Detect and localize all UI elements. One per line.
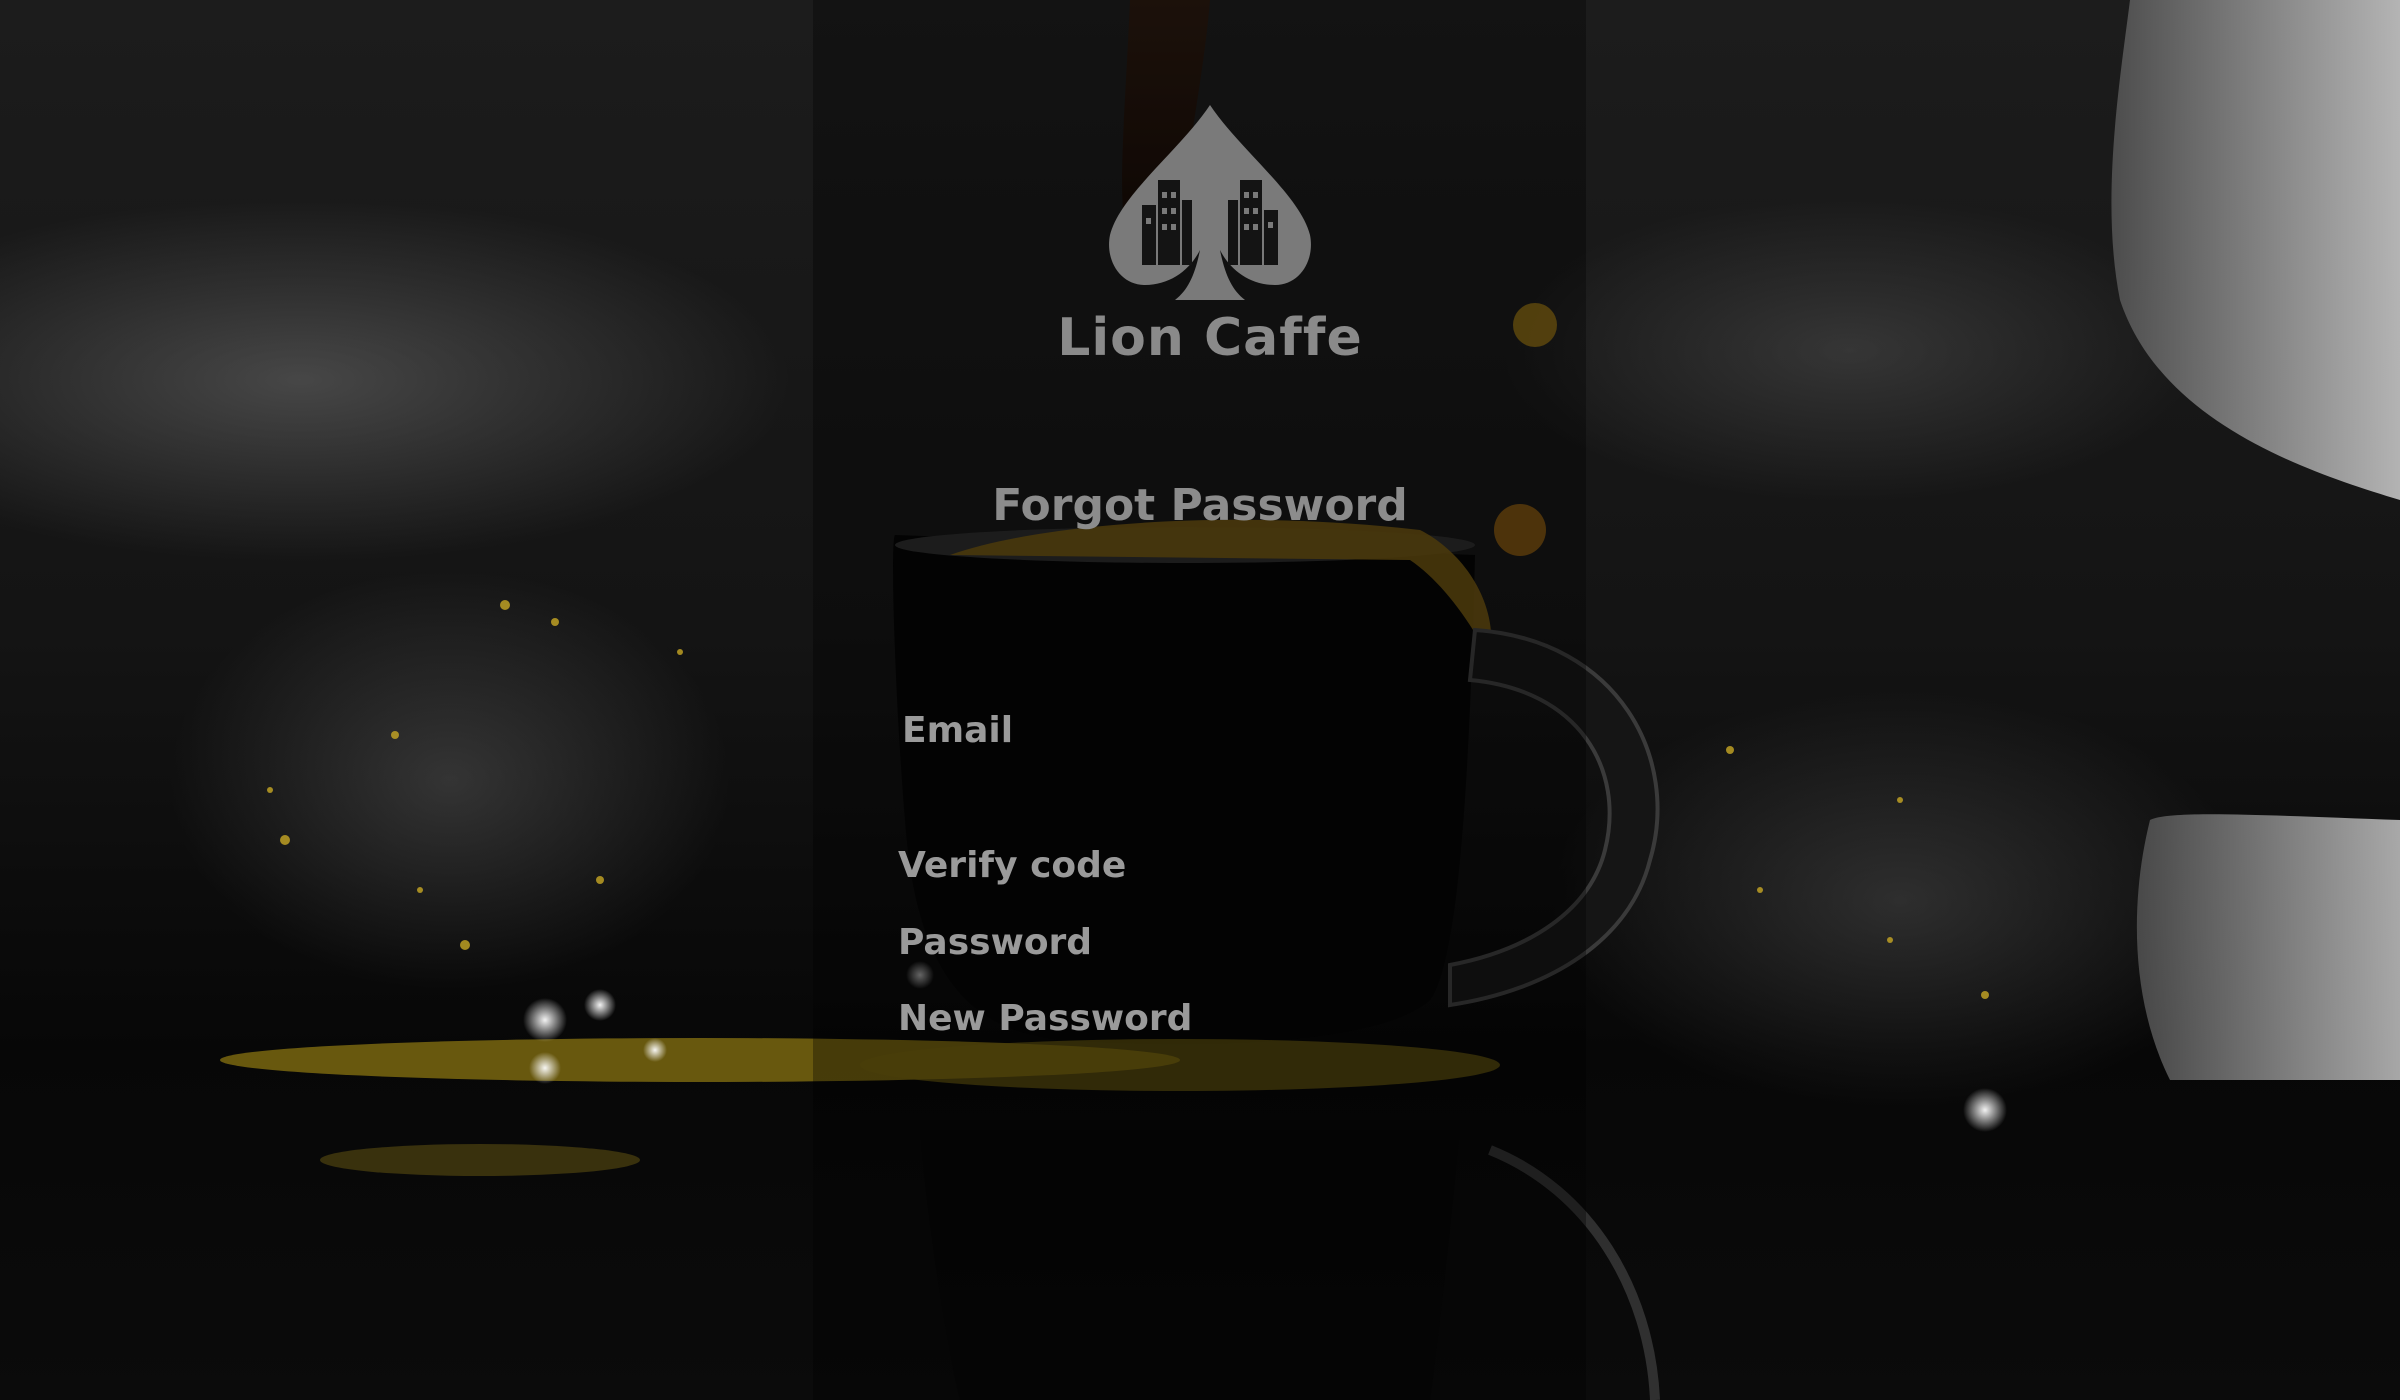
page-title: Forgot Password xyxy=(992,480,1408,531)
password-label: Password xyxy=(898,922,1093,963)
email-label: Email xyxy=(902,710,1014,751)
verify-code-input[interactable] xyxy=(1140,840,1780,894)
new-password-label: New Password xyxy=(898,998,1193,1039)
forgot-password-page: Lion Caffe Forgot Password Email Verify … xyxy=(0,0,2400,1400)
spade-city-skyline-icon xyxy=(1109,105,1311,300)
brand-name: Lion Caffe xyxy=(1057,308,1363,368)
verify-code-label: Verify code xyxy=(898,845,1127,886)
new-password-input[interactable] xyxy=(1180,994,1560,1048)
password-input[interactable] xyxy=(1140,918,1780,972)
email-input[interactable] xyxy=(898,760,1538,814)
